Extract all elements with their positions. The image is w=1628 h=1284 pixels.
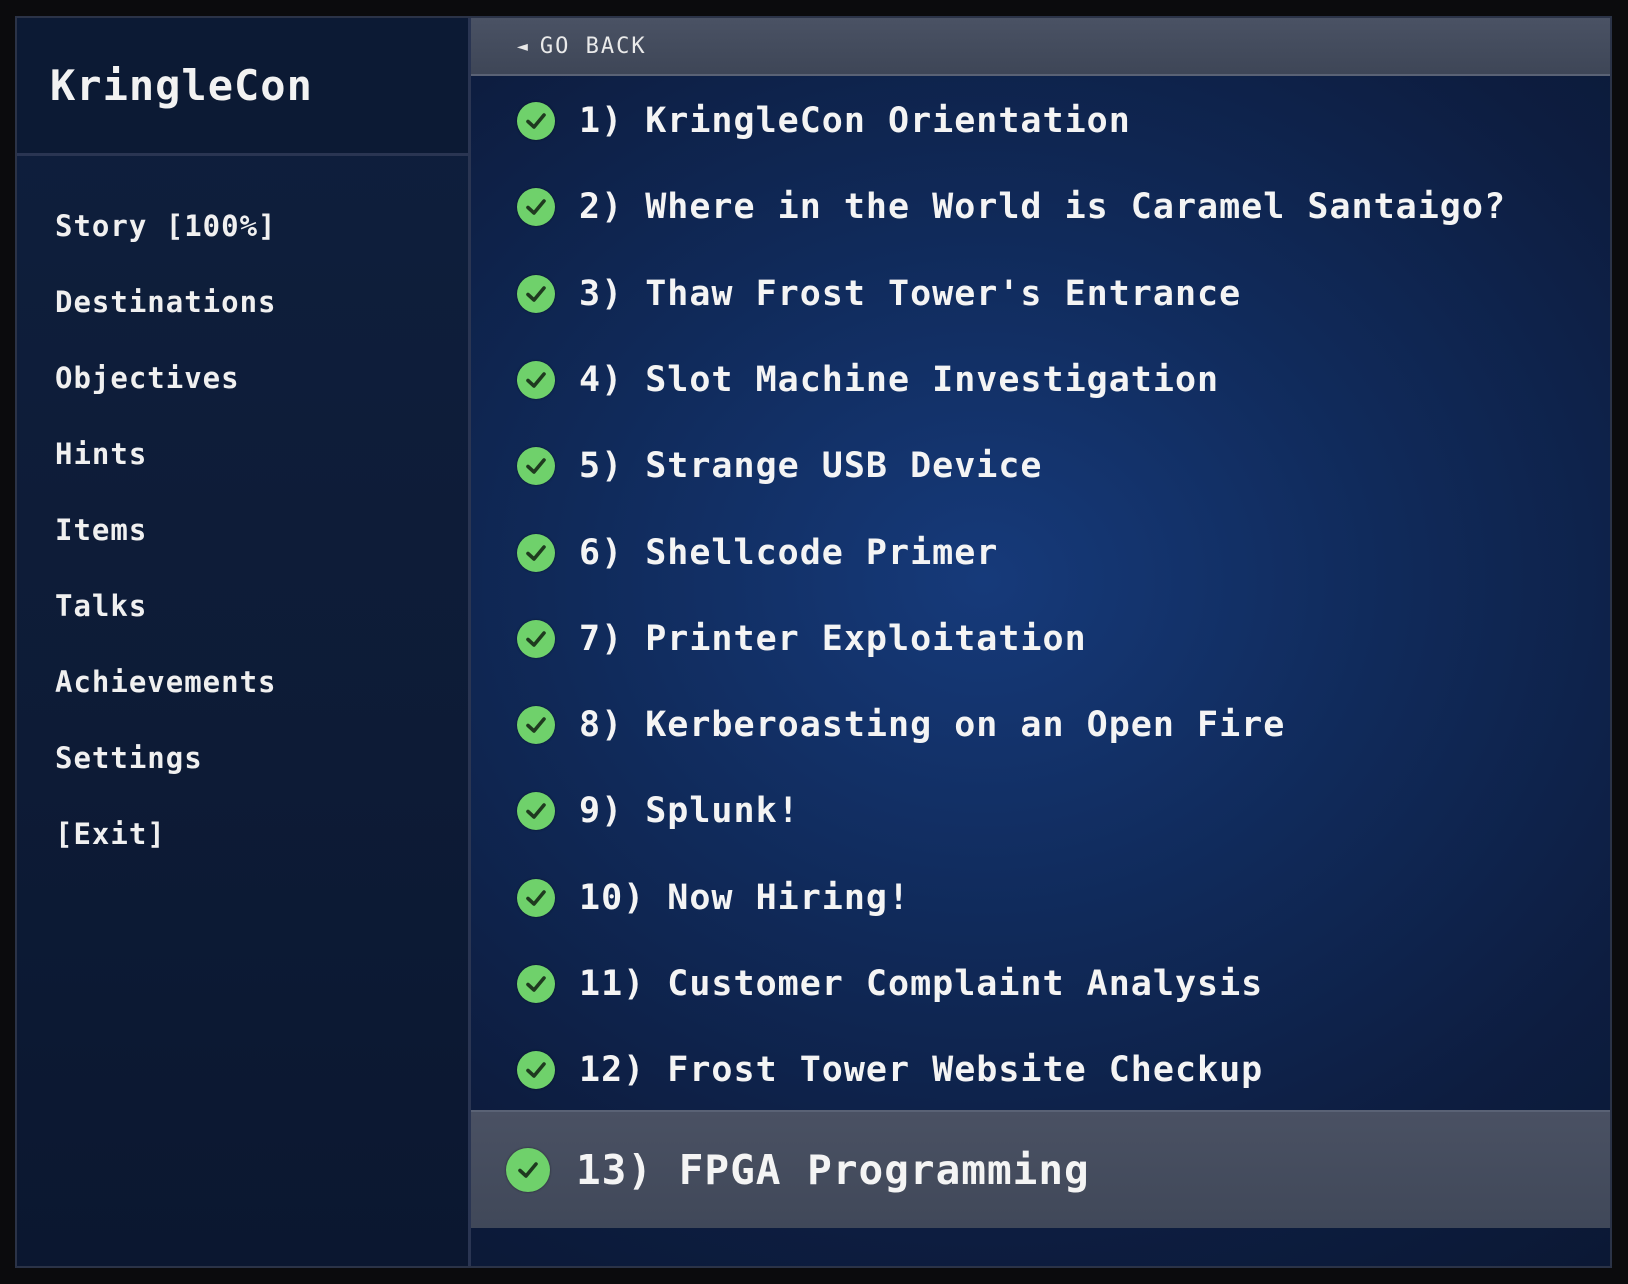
sidebar-item-story[interactable]: Story [100%]	[55, 208, 277, 284]
objective-label: 4) Slot Machine Investigation	[579, 359, 1220, 400]
objective-label: 7) Printer Exploitation	[579, 618, 1087, 659]
objective-row[interactable]: 2) Where in the World is Caramel Santaig…	[471, 162, 1610, 251]
go-back-button[interactable]: ◄ GO BACK	[471, 18, 1610, 76]
objective-label: 12) Frost Tower Website Checkup	[579, 1049, 1264, 1090]
objective-label: 5) Strange USB Device	[579, 445, 1043, 486]
objective-label: 9) Splunk!	[579, 790, 800, 831]
objective-row[interactable]: 7) Printer Exploitation	[471, 594, 1610, 683]
check-circle-icon	[517, 446, 555, 485]
check-circle-icon	[517, 101, 555, 140]
sidebar-item-objectives[interactable]: Objectives	[55, 360, 277, 436]
objective-label: 8) Kerberoasting on an Open Fire	[579, 704, 1286, 745]
sidebar-item-exit[interactable]: [Exit]	[55, 816, 277, 892]
objectives-panel: ◄ GO BACK 1) KringleCon Orientation 2) Wh…	[471, 18, 1610, 1266]
back-arrow-icon: ◄	[517, 35, 528, 57]
check-circle-icon	[517, 705, 555, 744]
objective-row[interactable]: 10) Now Hiring!	[471, 853, 1610, 942]
objective-label: 3) Thaw Frost Tower's Entrance	[579, 273, 1242, 314]
objective-row[interactable]: 4) Slot Machine Investigation	[471, 335, 1610, 424]
objective-label: 10) Now Hiring!	[579, 877, 911, 918]
check-circle-icon	[517, 533, 555, 572]
objective-row[interactable]: 8) Kerberoasting on an Open Fire	[471, 680, 1610, 769]
sidebar-item-hints[interactable]: Hints	[55, 436, 277, 512]
check-circle-icon	[506, 1148, 550, 1192]
objective-row[interactable]: 9) Splunk!	[471, 766, 1610, 855]
objective-row-selected[interactable]: 13) FPGA Programming	[471, 1110, 1610, 1228]
go-back-label: GO BACK	[539, 33, 647, 59]
sidebar-item-talks[interactable]: Talks	[55, 588, 277, 664]
check-circle-icon	[517, 619, 555, 658]
objective-row[interactable]: 5) Strange USB Device	[471, 421, 1610, 510]
check-circle-icon	[517, 274, 555, 313]
app-window: KringleCon Story [100%] Destinations Objec…	[15, 16, 1612, 1268]
check-circle-icon	[517, 360, 555, 399]
check-circle-icon	[517, 1050, 555, 1089]
sidebar-item-items[interactable]: Items	[55, 512, 277, 588]
sidebar: KringleCon Story [100%] Destinations Objec…	[17, 18, 471, 1266]
objective-list: 1) KringleCon Orientation 2) Where in the…	[471, 76, 1610, 1266]
check-circle-icon	[517, 791, 555, 830]
sidebar-item-achievements[interactable]: Achievements	[55, 664, 277, 740]
objective-row[interactable]: 12) Frost Tower Website Checkup	[471, 1025, 1610, 1114]
objective-row[interactable]: 6) Shellcode Primer	[471, 508, 1610, 597]
check-circle-icon	[517, 878, 555, 917]
check-circle-icon	[517, 964, 555, 1003]
sidebar-item-settings[interactable]: Settings	[55, 740, 277, 816]
objective-label: 13) FPGA Programming	[576, 1146, 1090, 1194]
objective-row[interactable]: 1) KringleCon Orientation	[471, 76, 1610, 165]
brand-header: KringleCon	[17, 18, 468, 156]
objective-label: 1) KringleCon Orientation	[579, 100, 1131, 141]
objective-row[interactable]: 11) Customer Complaint Analysis	[471, 939, 1610, 1028]
app-title: KringleCon	[50, 61, 313, 110]
check-circle-icon	[517, 187, 555, 226]
sidebar-nav: Story [100%] Destinations Objectives Hints I…	[55, 208, 277, 892]
objective-label: 2) Where in the World is Caramel Santaig…	[579, 186, 1507, 227]
objective-label: 11) Customer Complaint Analysis	[579, 963, 1264, 1004]
sidebar-item-destinations[interactable]: Destinations	[55, 284, 277, 360]
objective-row[interactable]: 3) Thaw Frost Tower's Entrance	[471, 249, 1610, 338]
objective-label: 6) Shellcode Primer	[579, 532, 999, 573]
